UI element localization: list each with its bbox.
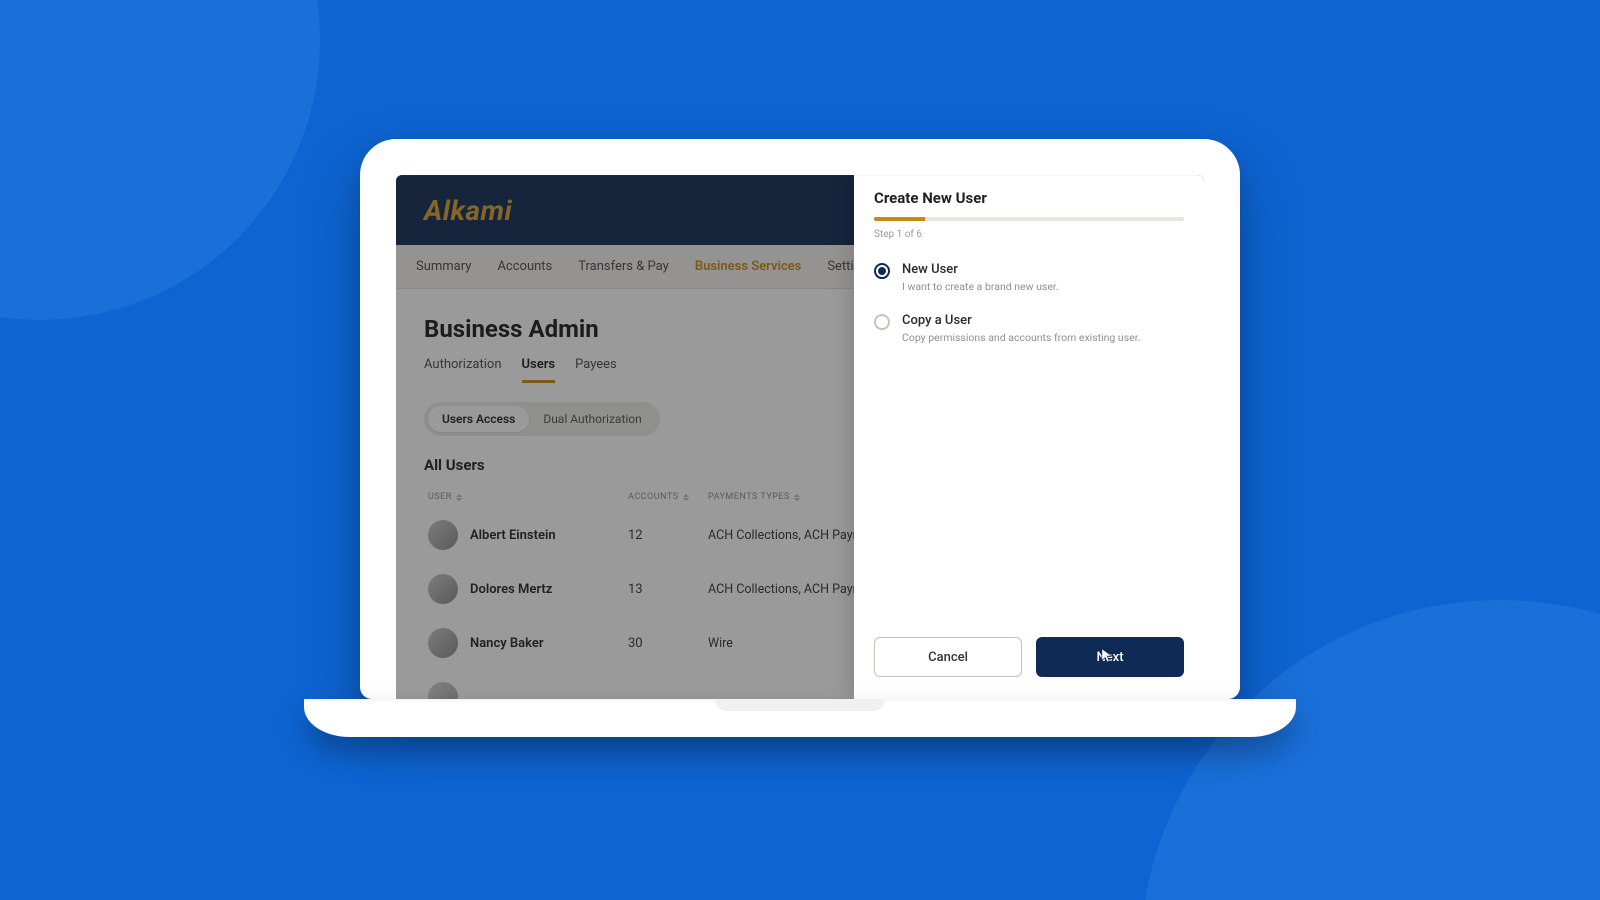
- progress-bar: [874, 217, 1184, 221]
- radio-icon: [874, 314, 890, 330]
- radio-icon: [874, 263, 890, 279]
- next-button[interactable]: Next: [1036, 637, 1184, 677]
- app-screen: Alkami Summary Accounts Transfers & Pay …: [396, 175, 1204, 699]
- step-label: Step 1 of 6: [874, 229, 1184, 240]
- cancel-button[interactable]: Cancel: [874, 637, 1022, 677]
- panel-footer: Cancel Next: [854, 621, 1204, 699]
- laptop-base: [304, 699, 1296, 737]
- next-button-label: Next: [1096, 650, 1123, 665]
- option-title: New User: [902, 262, 1059, 277]
- option-copy-user[interactable]: Copy a User Copy permissions and account…: [874, 313, 1184, 344]
- laptop-notch: [715, 699, 885, 711]
- laptop-mockup: Alkami Summary Accounts Transfers & Pay …: [360, 139, 1240, 737]
- create-user-panel: Create New User Step 1 of 6 New User I w…: [854, 175, 1204, 699]
- option-desc: Copy permissions and accounts from exist…: [902, 331, 1140, 344]
- bg-shape: [0, 0, 320, 320]
- option-desc: I want to create a brand new user.: [902, 280, 1059, 293]
- panel-title: Create New User: [874, 189, 1184, 207]
- option-new-user[interactable]: New User I want to create a brand new us…: [874, 262, 1184, 293]
- marketing-backdrop: Alkami Summary Accounts Transfers & Pay …: [0, 0, 1600, 900]
- progress-fill: [874, 217, 925, 221]
- option-title: Copy a User: [902, 313, 1140, 328]
